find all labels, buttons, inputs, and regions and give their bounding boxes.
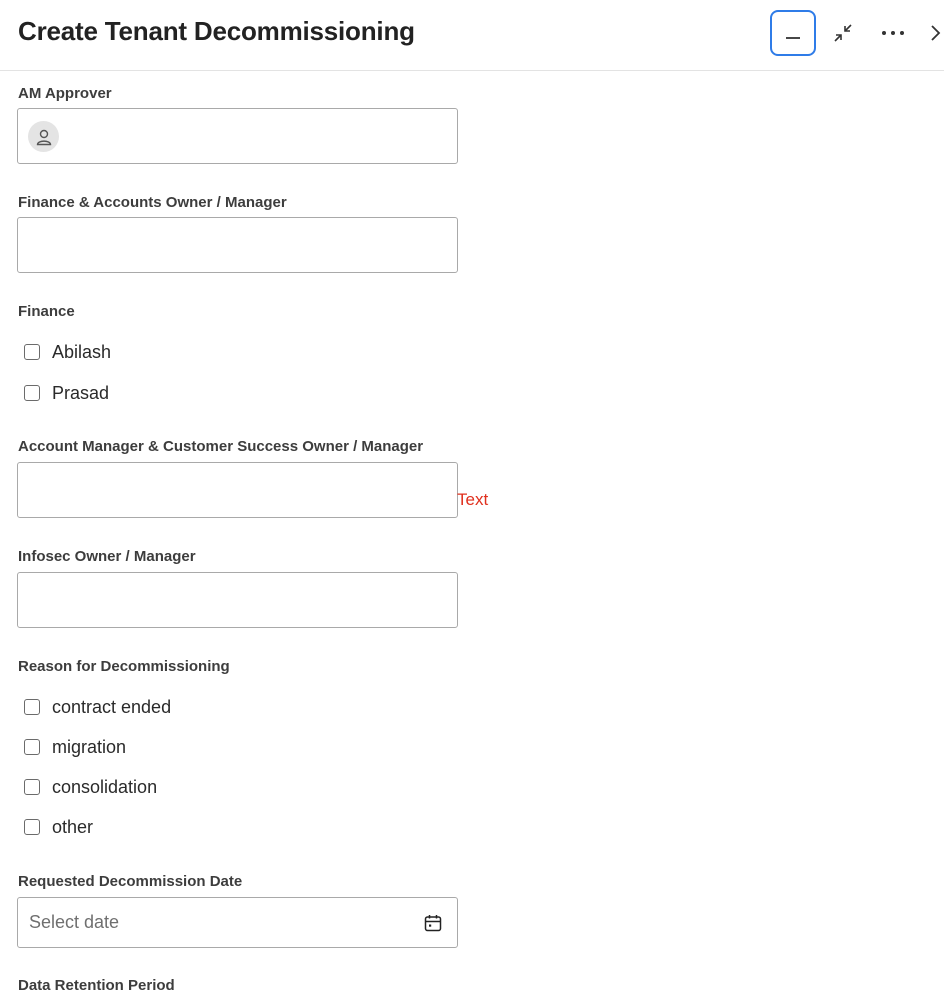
option-label: Abilash <box>52 341 112 362</box>
requested-date-label: Requested Decommission Date <box>18 873 243 890</box>
option-label: migration <box>52 736 127 757</box>
minimize-icon <box>786 37 800 39</box>
finance-accounts-owner-input[interactable] <box>17 217 458 273</box>
infosec-owner-input[interactable] <box>17 572 458 628</box>
chevron-right-icon <box>931 25 941 41</box>
account-manager-owner-input[interactable] <box>17 462 458 518</box>
finance-accounts-owner-label: Finance & Accounts Owner / Manager <box>18 194 287 211</box>
reason-label: Reason for Decommissioning <box>18 658 230 675</box>
avatar <box>28 121 59 152</box>
validation-text: Text <box>457 490 489 509</box>
checkbox[interactable] <box>24 699 40 715</box>
checkbox[interactable] <box>24 739 40 755</box>
calendar-icon <box>424 915 442 932</box>
option-label: contract ended <box>52 696 172 717</box>
finance-label: Finance <box>18 303 75 320</box>
close-button[interactable] <box>920 10 944 56</box>
more-icon <box>882 31 904 35</box>
reason-option-migration[interactable]: migration <box>24 736 126 758</box>
checkbox[interactable] <box>24 385 40 401</box>
person-icon <box>36 129 51 145</box>
calendar-button[interactable] <box>423 913 443 938</box>
minimize-button[interactable] <box>770 10 816 56</box>
finance-option-abilash[interactable]: Abilash <box>24 341 111 363</box>
option-label: Prasad <box>52 382 110 403</box>
account-manager-owner-label: Account Manager & Customer Success Owner… <box>18 438 424 455</box>
checkbox[interactable] <box>24 819 40 835</box>
reason-option-other[interactable]: other <box>24 816 93 838</box>
finance-option-prasad[interactable]: Prasad <box>24 382 109 404</box>
am-approver-label: AM Approver <box>18 85 112 102</box>
reason-option-contract-ended[interactable]: contract ended <box>24 696 171 718</box>
am-approver-input[interactable] <box>17 108 458 164</box>
checkbox[interactable] <box>24 779 40 795</box>
requested-date-input[interactable]: Select date <box>17 897 458 948</box>
checkbox[interactable] <box>24 344 40 360</box>
collapse-icon <box>834 24 852 42</box>
date-placeholder: Select date <box>29 912 120 932</box>
more-options-button[interactable] <box>870 10 916 56</box>
collapse-button[interactable] <box>820 10 866 56</box>
option-label: consolidation <box>52 776 158 797</box>
reason-option-consolidation[interactable]: consolidation <box>24 776 157 798</box>
panel-header: Create Tenant Decommissioning <box>0 0 944 71</box>
retention-label: Data Retention Period <box>18 977 175 994</box>
option-label: other <box>52 816 94 837</box>
infosec-owner-label: Infosec Owner / Manager <box>18 548 196 565</box>
page-title: Create Tenant Decommissioning <box>18 16 415 46</box>
